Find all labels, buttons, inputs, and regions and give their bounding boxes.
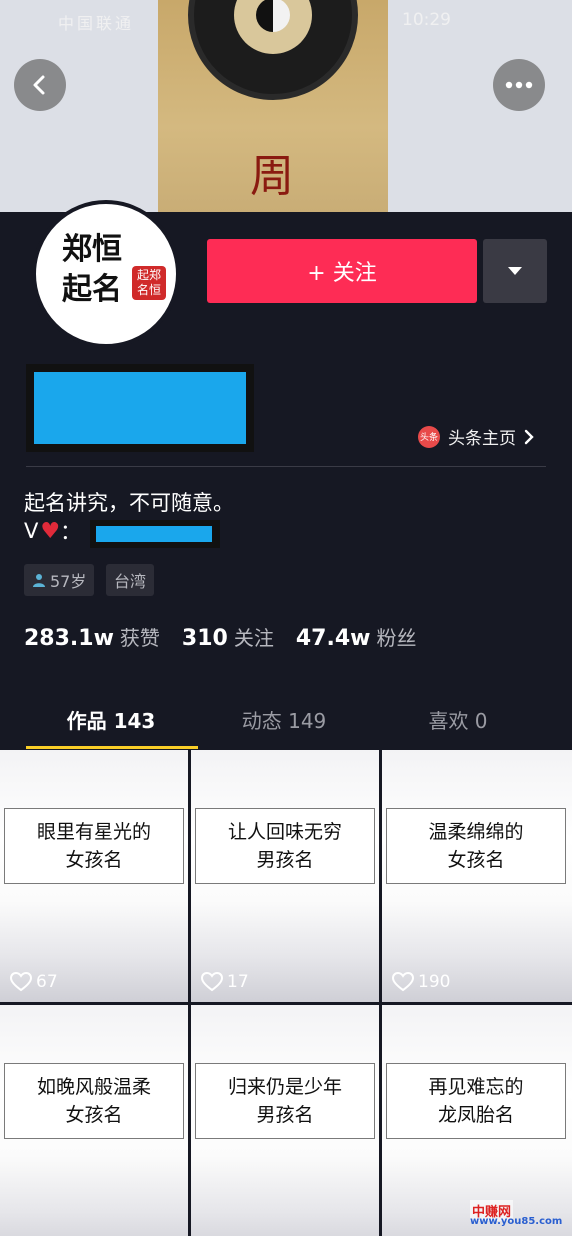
thumbnail-title-card: 温柔绵绵的 女孩名: [386, 808, 566, 884]
thumbnail-title-card: 如晚风般温柔 女孩名: [4, 1063, 184, 1139]
profile-stats: 283.1w 获赞 310 关注 47.4w 粉丝: [24, 622, 438, 651]
thumbnail-title-line2: 女孩名: [447, 849, 505, 871]
contact-redacted: [90, 520, 220, 548]
more-dots-icon: [505, 81, 533, 89]
status-bar-carrier: 中国联通: [58, 14, 135, 33]
toutiao-homepage-link[interactable]: 头条 头条主页: [418, 424, 534, 449]
thumbnail-title-line1: 归来仍是少年: [227, 1076, 342, 1098]
chevron-right-icon: [524, 429, 534, 444]
heart-outline-icon: [10, 972, 32, 992]
thumbnail-title-line1: 温柔绵绵的: [428, 821, 524, 843]
thumbnail-title-card: 再见难忘的 龙凤胎名: [386, 1063, 566, 1139]
heart-icon: ♥: [40, 518, 61, 544]
yin-yang-icon: [256, 0, 290, 32]
active-tab-indicator: [26, 746, 198, 749]
watermark-url: www.you85.com: [470, 1216, 563, 1227]
following-count[interactable]: 310: [182, 626, 228, 651]
thumbnail-title-line1: 眼里有星光的: [36, 821, 151, 843]
video-likes: 17: [201, 972, 249, 992]
username-redacted: [26, 364, 254, 452]
toutiao-icon: 头条: [418, 425, 440, 448]
age-tag: 57岁: [24, 564, 95, 596]
profile-banner: 周 中国联通 10:29: [0, 0, 572, 212]
toutiao-label: 头条主页: [448, 429, 516, 449]
video-thumbnail[interactable]: 眼里有星光的 女孩名 67: [0, 750, 188, 1002]
seal-stamp: 起郑名恒: [132, 266, 166, 300]
thumbnail-title-line1: 再见难忘的: [428, 1076, 524, 1098]
avatar[interactable]: 郑恒 起名 起郑名恒: [32, 200, 180, 348]
thumbnail-title-card: 眼里有星光的 女孩名: [4, 808, 184, 884]
followers-label[interactable]: 粉丝: [376, 622, 416, 651]
thumbnail-title-card: 归来仍是少年 男孩名: [195, 1063, 375, 1139]
likes-count: 67: [36, 972, 58, 992]
likes-count: 17: [227, 972, 249, 992]
divider: [26, 466, 546, 467]
contact-line: V ♥ ：: [24, 516, 81, 546]
video-grid: 眼里有星光的 女孩名 67 让人回味无穷 男孩名 17 温柔绵绵的 女孩名 19…: [0, 750, 572, 1236]
thumbnail-title-line1: 让人回味无穷: [227, 821, 342, 843]
video-thumbnail[interactable]: 如晚风般温柔 女孩名 71: [0, 1005, 188, 1236]
person-icon: [33, 574, 45, 587]
recommend-dropdown-button[interactable]: [483, 239, 547, 303]
follow-button[interactable]: + 关注: [207, 239, 477, 303]
followers-count[interactable]: 47.4w: [296, 626, 371, 651]
contact-colon: ：: [60, 520, 82, 544]
thumbnail-title-line2: 男孩名: [256, 849, 314, 871]
age-text: 57岁: [50, 572, 87, 591]
status-bar-time: 10:29: [402, 10, 451, 30]
thumbnail-title-line2: 女孩名: [65, 1104, 123, 1126]
following-label[interactable]: 关注: [234, 622, 274, 651]
tab-works[interactable]: 作品 143: [26, 690, 196, 748]
thumbnail-title-line1: 如晚风般温柔: [36, 1076, 151, 1098]
thumbnail-title-line2: 男孩名: [256, 1104, 314, 1126]
video-thumbnail[interactable]: 让人回味无穷 男孩名 17: [191, 750, 379, 1002]
contact-prefix: V: [24, 519, 39, 543]
likes-count: 190: [418, 972, 451, 992]
thumbnail-title-line2: 龙凤胎名: [437, 1104, 514, 1126]
tab-likes[interactable]: 喜欢 0: [372, 690, 544, 748]
banner-image: 周: [158, 0, 388, 212]
bio-text: 起名讲究，不可随意。: [24, 491, 234, 515]
caret-down-icon: [508, 267, 522, 275]
video-thumbnail[interactable]: 归来仍是少年 男孩名 54: [191, 1005, 379, 1236]
thumbnail-title-card: 让人回味无穷 男孩名: [195, 808, 375, 884]
banner-glyph: 周: [250, 151, 294, 202]
video-likes: 190: [392, 972, 450, 992]
chevron-left-icon: [33, 75, 45, 95]
avatar-line-1: 郑恒: [62, 232, 122, 267]
bagua-wheel-image: [188, 0, 358, 100]
video-likes: 67: [10, 972, 58, 992]
likes-label: 获赞: [119, 626, 160, 650]
profile-tabs: 作品 143 动态 149 喜欢 0: [0, 690, 572, 750]
location-tag: 台湾: [106, 564, 155, 596]
likes-count: 283.1w: [24, 626, 114, 651]
back-button[interactable]: [14, 59, 66, 111]
video-thumbnail[interactable]: 温柔绵绵的 女孩名 190: [382, 750, 572, 1002]
more-options-button[interactable]: [493, 59, 545, 111]
tab-activity[interactable]: 动态 149: [198, 690, 370, 748]
thumbnail-title-line2: 女孩名: [65, 849, 123, 871]
heart-outline-icon: [201, 972, 223, 992]
avatar-line-2: 起名: [62, 272, 122, 307]
heart-outline-icon: [392, 972, 414, 992]
